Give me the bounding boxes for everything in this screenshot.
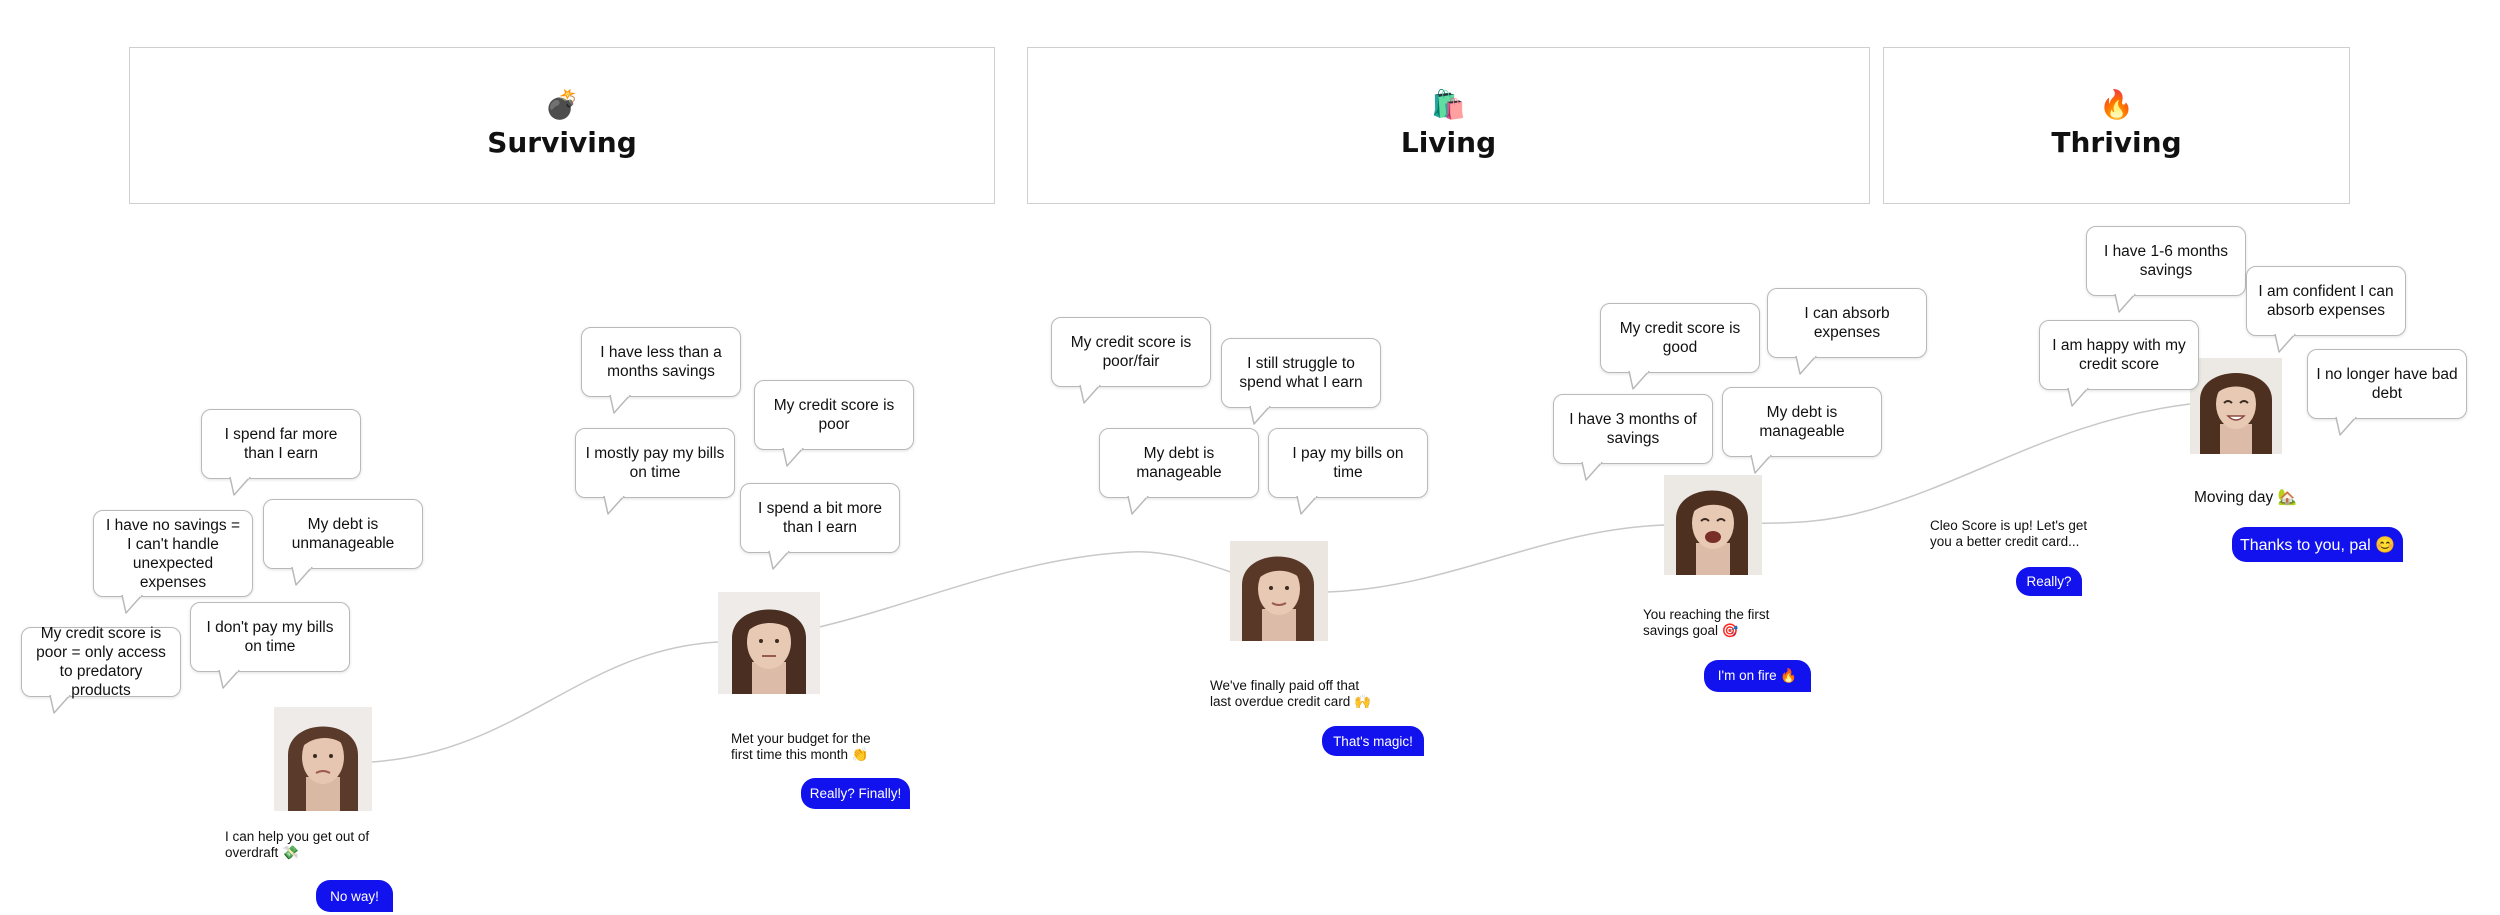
- bubble-tail: [291, 567, 313, 586]
- chat-message: Met your budget for the first time this …: [731, 731, 871, 762]
- bubble-tail: [1249, 406, 1271, 425]
- thought-bubble: My credit score is poor: [754, 380, 914, 467]
- avatar-sad: [274, 707, 372, 811]
- bubble-tail: [121, 595, 143, 614]
- bubble-tail: [1079, 385, 1101, 404]
- bubble-tail: [1795, 356, 1817, 375]
- bubble-tail: [1127, 496, 1149, 515]
- thought-bubble: I have no savings = I can't handle unexp…: [93, 510, 253, 614]
- bubble-tail: [218, 670, 240, 689]
- thought-bubble: My debt is manageable: [1099, 428, 1259, 515]
- thought-bubble: I have less than a months savings: [581, 327, 741, 414]
- bubble-tail: [1581, 462, 1603, 481]
- bubble-tail: [2274, 334, 2296, 353]
- reply-bubble: Really? Finally!: [801, 778, 910, 809]
- bubble-tail: [2067, 388, 2089, 407]
- bubble-tail: [2114, 294, 2136, 313]
- reply-bubble: No way!: [316, 880, 393, 912]
- bubble-tail: [1628, 371, 1650, 390]
- thought-bubble: I have 3 months of savings: [1553, 394, 1713, 481]
- thought-bubble: I don't pay my bills on time: [190, 602, 350, 689]
- thought-bubble: I have 1-6 months savings: [2086, 226, 2246, 313]
- thought-bubble: I am confident I can absorb expenses: [2246, 266, 2406, 353]
- thought-bubble: My credit score is poor/fair: [1051, 317, 1211, 404]
- thought-bubble: My debt is unmanageable: [263, 499, 423, 586]
- bubble-tail: [2335, 417, 2357, 436]
- chat-message: Cleo Score is up! Let's get you a better…: [1930, 518, 2088, 549]
- thought-bubble: My debt is manageable: [1722, 387, 1882, 474]
- chat-message: You reaching the first savings goal 🎯: [1643, 607, 1770, 638]
- avatar-excited: [1664, 475, 1762, 575]
- reply-bubble: That's magic!: [1322, 726, 1424, 756]
- thought-bubble: I spend a bit more than I earn: [740, 483, 900, 570]
- avatar-neutral: [718, 592, 820, 694]
- thought-bubble: I no longer have bad debt: [2307, 349, 2467, 436]
- reply-bubble: Thanks to you, pal 😊: [2232, 527, 2403, 562]
- reply-bubble: I'm on fire 🔥: [1704, 660, 1811, 692]
- chat-message: Moving day 🏡: [2194, 489, 2297, 506]
- thought-bubble: I still struggle to spend what I earn: [1221, 338, 1381, 425]
- chat-message: I can help you get out of overdraft 💸: [225, 829, 370, 860]
- thought-bubble: My credit score is good: [1600, 303, 1760, 390]
- thought-bubble: I mostly pay my bills on time: [575, 428, 735, 515]
- bubble-tail: [603, 496, 625, 515]
- bubble-tail: [49, 695, 71, 714]
- thought-bubble: I spend far more than I earn: [201, 409, 361, 496]
- avatar-happy: [2190, 358, 2282, 454]
- thought-bubble: My credit score is poor = only access to…: [21, 625, 181, 714]
- chat-message: We've finally paid off that last overdue…: [1210, 678, 1371, 709]
- reply-bubble: Really?: [2016, 567, 2082, 596]
- bubble-tail: [782, 448, 804, 467]
- avatar-hopeful: [1230, 541, 1328, 641]
- bubble-tail: [768, 551, 790, 570]
- bubble-tail: [229, 477, 251, 496]
- thought-bubble: I can absorb expenses: [1767, 288, 1927, 375]
- thought-bubble: I pay my bills on time: [1268, 428, 1428, 515]
- thought-bubble: I am happy with my credit score: [2039, 320, 2199, 407]
- bubble-tail: [1296, 496, 1318, 515]
- bubble-tail: [609, 395, 631, 414]
- bubble-tail: [1750, 455, 1772, 474]
